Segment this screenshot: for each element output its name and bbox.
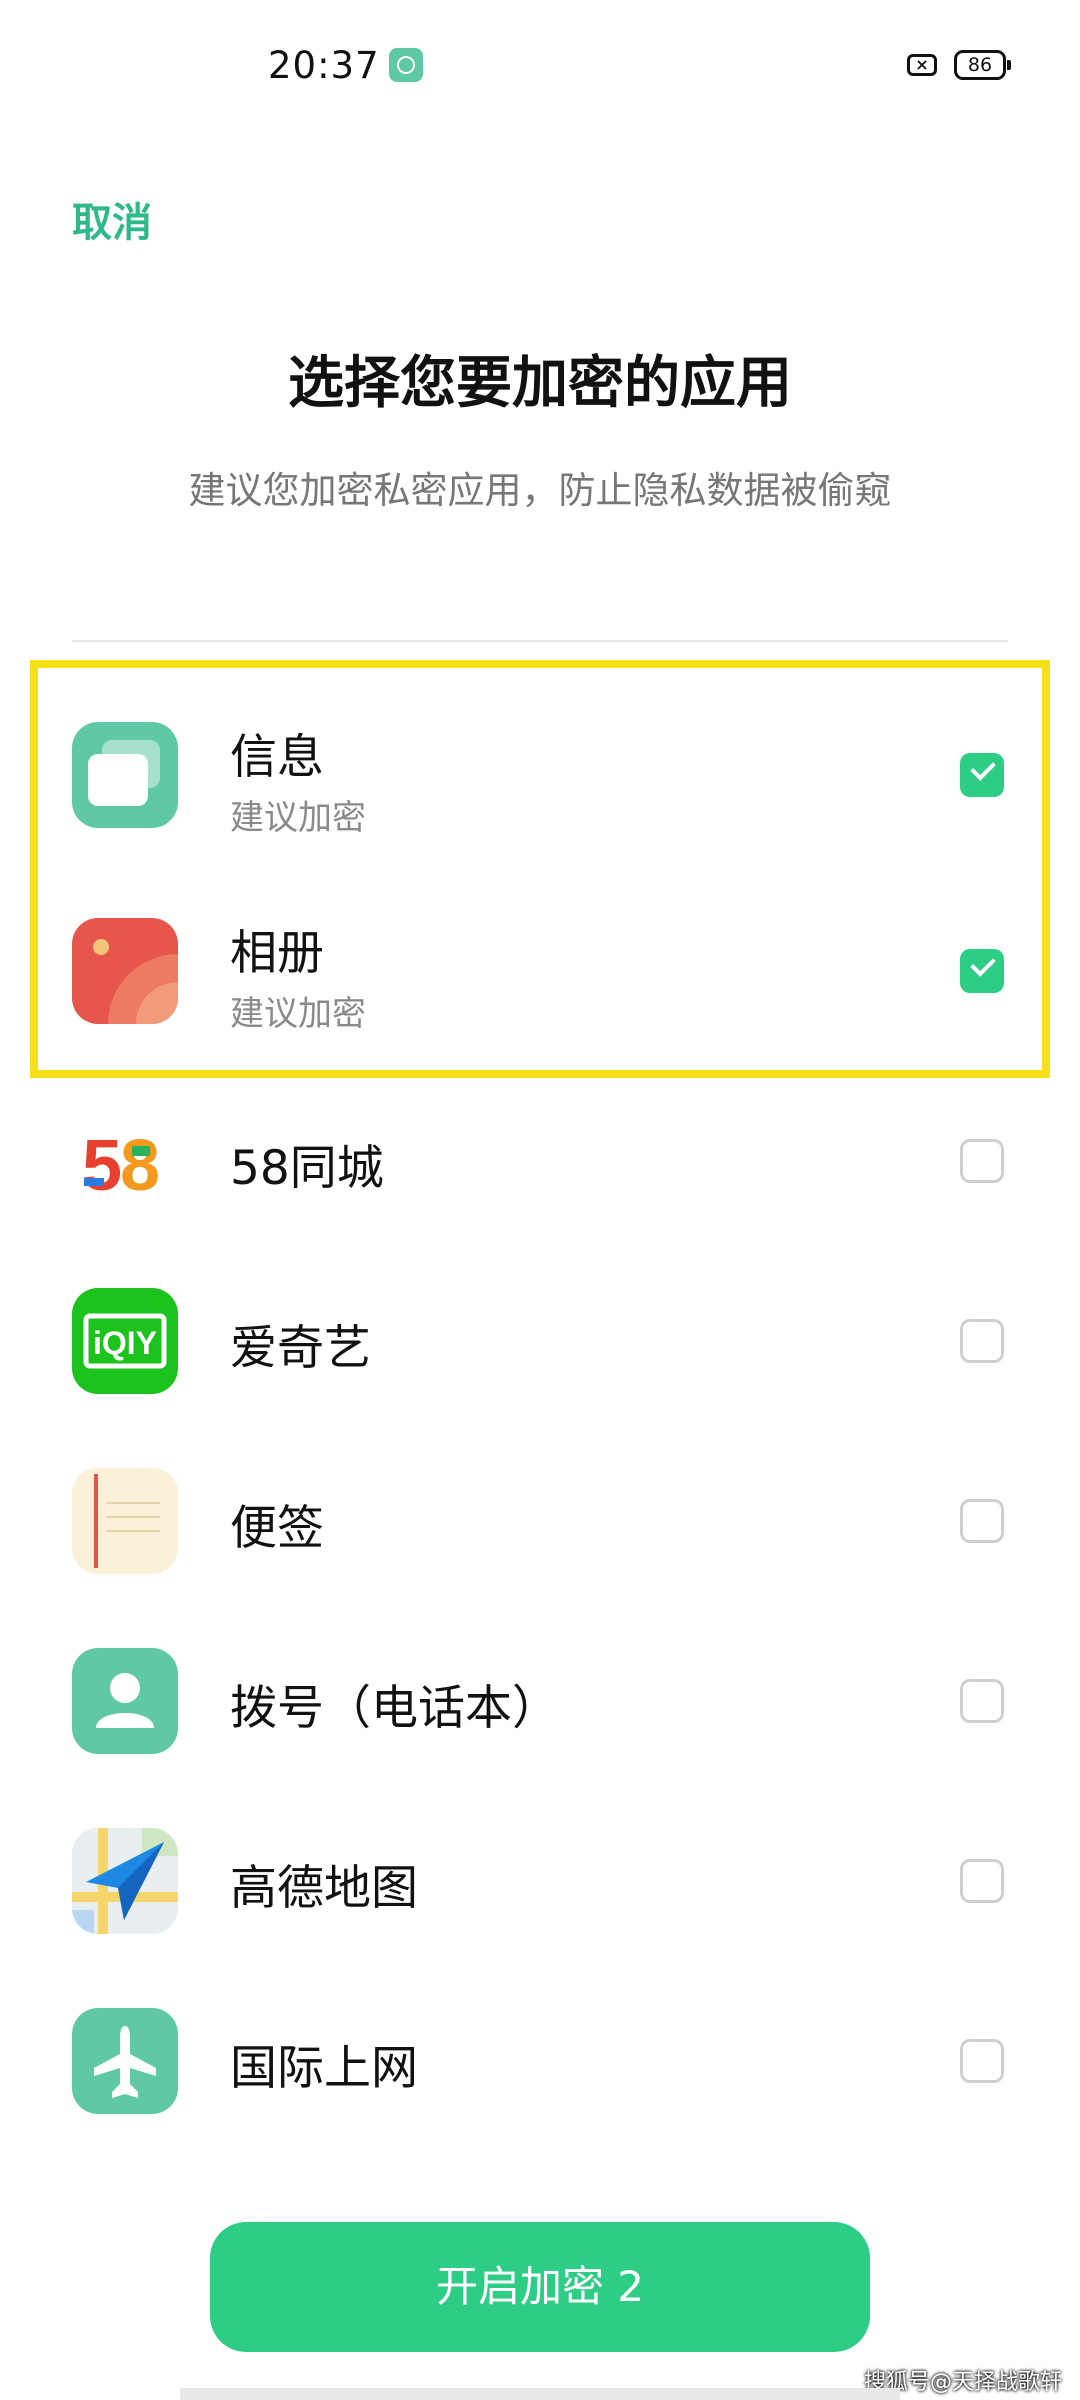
notification-icon (389, 48, 423, 82)
checkbox-notes[interactable] (960, 1499, 1004, 1543)
battery-icon: 86 (954, 50, 1011, 80)
airplane-icon (72, 2008, 178, 2114)
app-subtitle: 建议加密 (230, 798, 366, 838)
app-name: 信息 (230, 730, 324, 785)
app-name: 拨号（电话本） (230, 1681, 559, 1736)
app-name: 相册 (230, 926, 324, 981)
no-sim-icon: × (907, 54, 937, 76)
app-name: 国际上网 (230, 2041, 418, 2096)
app-row-58[interactable]: 5 8 58同城 (0, 1086, 1080, 1236)
app-row-amap[interactable]: 高德地图 (0, 1806, 1080, 1956)
page-subtitle: 建议您加密私密应用，防止隐私数据被偷窥 (188, 469, 892, 512)
enable-encryption-button[interactable]: 开启加密 2 (210, 2222, 870, 2352)
divider (72, 640, 1008, 642)
app-row-intl-internet[interactable]: 国际上网 (0, 1986, 1080, 2136)
checkbox-gallery[interactable] (960, 949, 1004, 993)
logo-58-digit-8: 8 (120, 1126, 160, 1206)
messages-icon (72, 722, 178, 828)
app-row-gallery[interactable]: 相册 建议加密 (0, 896, 1080, 1046)
notes-icon (72, 1468, 178, 1574)
status-bar: 20:37 × 86 (0, 0, 1080, 130)
app-name: 爱奇艺 (230, 1321, 371, 1376)
app-row-phone-contacts[interactable]: 拨号（电话本） (0, 1626, 1080, 1776)
status-time: 20:37 (268, 44, 380, 87)
app-row-notes[interactable]: 便签 (0, 1446, 1080, 1596)
page-title: 选择您要加密的应用 (288, 351, 792, 416)
cancel-button[interactable]: 取消 (72, 190, 152, 248)
app-row-messages[interactable]: 信息 建议加密 (0, 700, 1080, 850)
app-name: 高德地图 (230, 1861, 418, 1916)
iqiyi-logo-text: iQIY (93, 1325, 157, 1361)
checkbox-intl-internet[interactable] (960, 2039, 1004, 2083)
gallery-icon (72, 918, 178, 1024)
checkbox-messages[interactable] (960, 753, 1004, 797)
logo-58-digit-5: 5 (82, 1126, 122, 1206)
iqiyi-icon: iQIY (72, 1288, 178, 1394)
checkbox-iqiyi[interactable] (960, 1319, 1004, 1363)
amap-icon (72, 1828, 178, 1934)
app-subtitle: 建议加密 (230, 994, 366, 1034)
app-row-iqiyi[interactable]: iQIY 爱奇艺 (0, 1266, 1080, 1416)
navigation-bar (180, 2388, 900, 2400)
phone-contacts-icon (72, 1648, 178, 1754)
app-name: 58同城 (230, 1141, 384, 1196)
checkbox-amap[interactable] (960, 1859, 1004, 1903)
app-58-icon: 5 8 (72, 1108, 178, 1214)
checkbox-58[interactable] (960, 1139, 1004, 1183)
checkbox-phone-contacts[interactable] (960, 1679, 1004, 1723)
app-name: 便签 (230, 1501, 324, 1556)
